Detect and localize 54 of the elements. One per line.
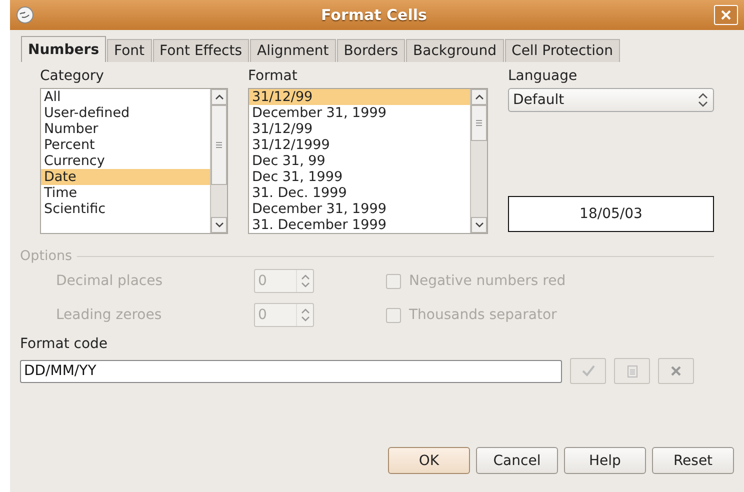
list-item[interactable]: 31/12/1999 [249,137,470,153]
list-item[interactable]: Dec 31, 99 [249,153,470,169]
dropdown-value: Default [513,92,564,108]
tab[interactable]: Background [406,39,504,62]
list-item[interactable]: Dec 31, 1999 [249,169,470,185]
scrollbar-thumb[interactable] [211,105,227,185]
list-item[interactable]: User-defined [41,105,210,121]
list-item[interactable]: 31/12/99 [249,121,470,137]
delete-button[interactable] [658,358,694,384]
accept-button[interactable] [570,358,606,384]
scrollbar[interactable] [470,89,487,233]
scrollbar[interactable] [210,89,227,233]
list-item[interactable]: Currency [41,153,210,169]
app-icon[interactable] [16,6,34,24]
dialog-button[interactable]: OK [388,447,470,474]
list-item[interactable]: Time [41,185,210,201]
list-item[interactable]: December 31, 1999 [249,105,470,121]
list-item[interactable]: 31/12/99 [249,89,470,105]
format-code-field[interactable]: DD/MM/YY [20,360,562,382]
tab[interactable]: Font Effects [152,39,250,62]
options-label: Options [20,248,72,264]
dialog-button[interactable]: Cancel [476,447,558,474]
spinner-label: Leading zeroes [56,307,163,323]
list-item[interactable]: 31. December 1999 [249,217,470,233]
list-item[interactable]: Date [41,169,210,185]
checkbox-label: Negative numbers red [409,273,566,289]
language-dropdown[interactable]: Default [508,88,714,112]
dialog-button[interactable]: Reset [652,447,734,474]
scrollbar-thumb[interactable] [471,105,487,141]
spinner-label: Decimal places [56,273,164,289]
category-label: Category [40,68,105,86]
language-label: Language [508,68,578,86]
list-item[interactable]: All [41,89,210,105]
tab[interactable]: Borders [336,39,406,62]
window-title: Format Cells [320,6,428,24]
check-icon [580,363,596,379]
format-label: Format [248,68,298,86]
tab[interactable]: Font [107,39,152,62]
list-item[interactable]: 31. Dec. 1999 [249,185,470,201]
tab[interactable]: Cell Protection [504,39,620,62]
checkbox-label: Thousands separator [409,307,557,323]
close-icon [721,10,731,20]
close-button[interactable] [714,5,738,25]
list-item[interactable]: Scientific [41,201,210,217]
tab[interactable]: Numbers [21,36,106,62]
edit-comment-button[interactable] [614,358,650,384]
format-code-label: Format code [20,336,109,354]
list-item[interactable]: Number [41,121,210,137]
dialog-button[interactable]: Help [564,447,646,474]
list-item[interactable]: Percent [41,137,210,153]
tab[interactable]: Alignment [250,39,336,62]
format-preview: 18/05/03 [508,196,714,232]
list-item[interactable]: December 31, 1999 [249,201,470,217]
spinner-arrows-icon [697,91,709,109]
